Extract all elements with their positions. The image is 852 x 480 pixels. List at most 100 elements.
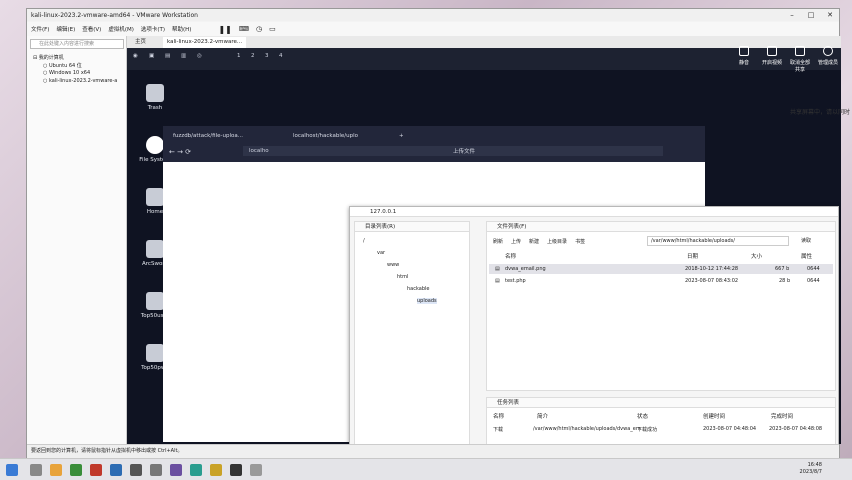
browser-icon[interactable] — [110, 464, 122, 476]
stop-share-button[interactable]: 取消全部共享 — [788, 46, 812, 73]
tree-node-hackable[interactable]: hackable — [407, 286, 430, 292]
firefox-page-title: 上传文件 — [453, 149, 476, 155]
workspace-3[interactable]: 3 — [265, 53, 269, 59]
search-icon[interactable] — [30, 464, 42, 476]
vmware-menubar: 文件(F) 编辑(E) 查看(V) 虚拟机(M) 选项卡(T) 帮助(H) ❚❚… — [27, 22, 839, 36]
fullscreen-icon[interactable]: ▭ — [269, 25, 276, 33]
firefox-tab-1[interactable]: fuzzdb/attack/file-uploa... — [173, 130, 283, 142]
app-icon[interactable] — [150, 464, 162, 476]
workspace-1[interactable]: 1 — [237, 53, 241, 59]
app-icon[interactable] — [190, 464, 202, 476]
kali-guest-screen[interactable]: ◉ ▣ ▤ ▥ ◎ 1 2 3 4 Trash File System Home… — [127, 48, 841, 444]
terminal-icon[interactable] — [230, 464, 242, 476]
desktop-icon-trash[interactable]: Trash — [135, 84, 175, 111]
video-button[interactable]: 开启视频 — [760, 46, 784, 66]
col-name[interactable]: 名称 — [505, 252, 516, 260]
path-input[interactable]: /var/www/html/hackable/uploads/ — [647, 236, 789, 246]
editor-icon[interactable]: ▥ — [181, 53, 186, 59]
app-icon[interactable] — [210, 464, 222, 476]
share-notice: 共享屏幕中，请以同时 — [790, 109, 851, 116]
table-row[interactable]: ▤ dvwa_email.png 2018-10-12 17:44:28 667… — [489, 264, 833, 274]
maximize-icon[interactable]: □ — [802, 9, 820, 21]
bookmark-button[interactable]: 书签 — [575, 238, 585, 245]
trash-icon — [146, 84, 164, 102]
tree-node-html[interactable]: html — [397, 274, 408, 280]
read-button[interactable]: 读取 — [791, 236, 821, 246]
task-col-name: 名称 — [493, 414, 505, 420]
vmware-title: kali-linux-2023.2-vmware-amd64 - VMware … — [31, 11, 198, 19]
file-manager-dialog: 127.0.0.1 目录列表(R) / var www html hackabl… — [349, 206, 839, 444]
tree-node-var[interactable]: var — [377, 250, 385, 256]
file-manager-title: 127.0.0.1 — [350, 207, 838, 217]
app-icon[interactable] — [70, 464, 82, 476]
nav-back-forward-reload-icons[interactable]: ← → ⟳ — [169, 146, 229, 158]
library-search-input[interactable]: 在此处键入内容进行搜索 — [30, 39, 124, 49]
table-row[interactable]: ▤ test.php 2023-08-07 08:43:02 28 b 0644 — [489, 276, 833, 286]
snapshot-icon[interactable]: ◷ — [256, 25, 262, 33]
menu-help[interactable]: 帮助(H) — [172, 25, 191, 33]
library-item-ubuntu[interactable]: ○ Ubuntu 64 位 — [43, 62, 82, 69]
clock-date: 2023/8/7 — [799, 469, 822, 475]
library-item-windows[interactable]: ○ Windows 10 x64 — [43, 70, 90, 76]
new-button[interactable]: 新建 — [529, 238, 539, 245]
menu-tabs[interactable]: 选项卡(T) — [141, 25, 165, 33]
meeting-toolbar: 静音 开启视频 取消全部共享 管理成员 — [730, 46, 850, 80]
refresh-button[interactable]: 刷新 — [493, 238, 503, 245]
explorer-icon[interactable] — [50, 464, 62, 476]
file-icon — [146, 292, 164, 310]
menu-vm[interactable]: 虚拟机(M) — [108, 25, 134, 33]
task-col-desc: 简介 — [537, 414, 549, 420]
tree-node-www[interactable]: www — [387, 262, 399, 268]
col-perm[interactable]: 属性 — [801, 252, 812, 260]
windows-taskbar: 16:48 2023/8/7 — [0, 458, 852, 480]
share-icon — [795, 46, 805, 56]
task-list-pane: 任务列表 名称 简介 状态 创建时间 完成时间 下载 /var/www/html… — [486, 397, 836, 444]
send-keys-icon[interactable]: ⌨ — [239, 25, 249, 33]
task-col-created: 创建时间 — [703, 414, 726, 420]
vmware-icon[interactable] — [250, 464, 262, 476]
drive-icon — [146, 136, 164, 154]
home-folder-icon — [146, 188, 164, 206]
browser-icon[interactable]: ◎ — [197, 53, 202, 59]
col-size[interactable]: 大小 — [751, 252, 762, 260]
mute-button[interactable]: 静音 — [732, 46, 756, 66]
upload-button[interactable]: 上传 — [511, 238, 521, 245]
vmware-status-bar: 要返回到您的计算机，请将鼠标指针从虚拟机中移出或按 Ctrl+Alt。 — [27, 444, 839, 458]
terminal-icon[interactable]: ▣ — [149, 53, 154, 59]
menu-edit[interactable]: 编辑(E) — [56, 25, 75, 33]
file-pane-title: 文件列表(F) — [487, 222, 835, 232]
library-root[interactable]: ⊟ 我的计算机 — [33, 54, 64, 61]
col-date[interactable]: 日期 — [687, 252, 698, 260]
new-tab-icon[interactable]: + — [399, 130, 409, 142]
workspace-4[interactable]: 4 — [279, 53, 283, 59]
close-icon[interactable]: ✕ — [821, 9, 839, 21]
start-icon[interactable] — [6, 464, 18, 476]
directory-pane-title: 目录列表(R) — [355, 222, 469, 232]
task-col-status: 状态 — [637, 414, 649, 420]
pause-icon[interactable]: ❚❚ — [218, 25, 231, 34]
workspace-2[interactable]: 2 — [251, 53, 255, 59]
minimize-icon[interactable]: – — [783, 9, 801, 21]
app-icon[interactable] — [170, 464, 182, 476]
tree-node-root[interactable]: / — [363, 238, 365, 244]
file-icon: ▤ — [495, 266, 500, 272]
tab-kali[interactable]: kali-linux-2023.2-vmware... — [163, 37, 247, 48]
kali-menu-icon[interactable]: ◉ — [133, 53, 138, 59]
system-clock[interactable]: 16:48 2023/8/7 — [800, 462, 822, 476]
task-status: 下载成功 — [637, 427, 658, 433]
file-icon: ▤ — [495, 278, 500, 284]
parent-dir-button[interactable]: 上级目录 — [547, 238, 567, 245]
members-button[interactable]: 管理成员 — [816, 46, 840, 66]
tree-node-uploads[interactable]: uploads — [417, 298, 437, 304]
files-icon[interactable]: ▤ — [165, 53, 170, 59]
app-icon[interactable] — [90, 464, 102, 476]
firefox-tab-2[interactable]: localhost/hackable/uplo — [293, 130, 393, 142]
microphone-icon — [739, 46, 749, 56]
tab-home[interactable]: 主页 — [131, 37, 150, 48]
task-pane-title: 任务列表 — [487, 398, 835, 408]
menu-view[interactable]: 查看(V) — [82, 25, 101, 33]
app-icon[interactable] — [130, 464, 142, 476]
library-item-kali[interactable]: ○ kali-linux-2023.2-vmware-a — [43, 78, 117, 84]
directory-tree-pane: 目录列表(R) / var www html hackable uploads — [354, 221, 470, 444]
menu-file[interactable]: 文件(F) — [31, 25, 49, 33]
